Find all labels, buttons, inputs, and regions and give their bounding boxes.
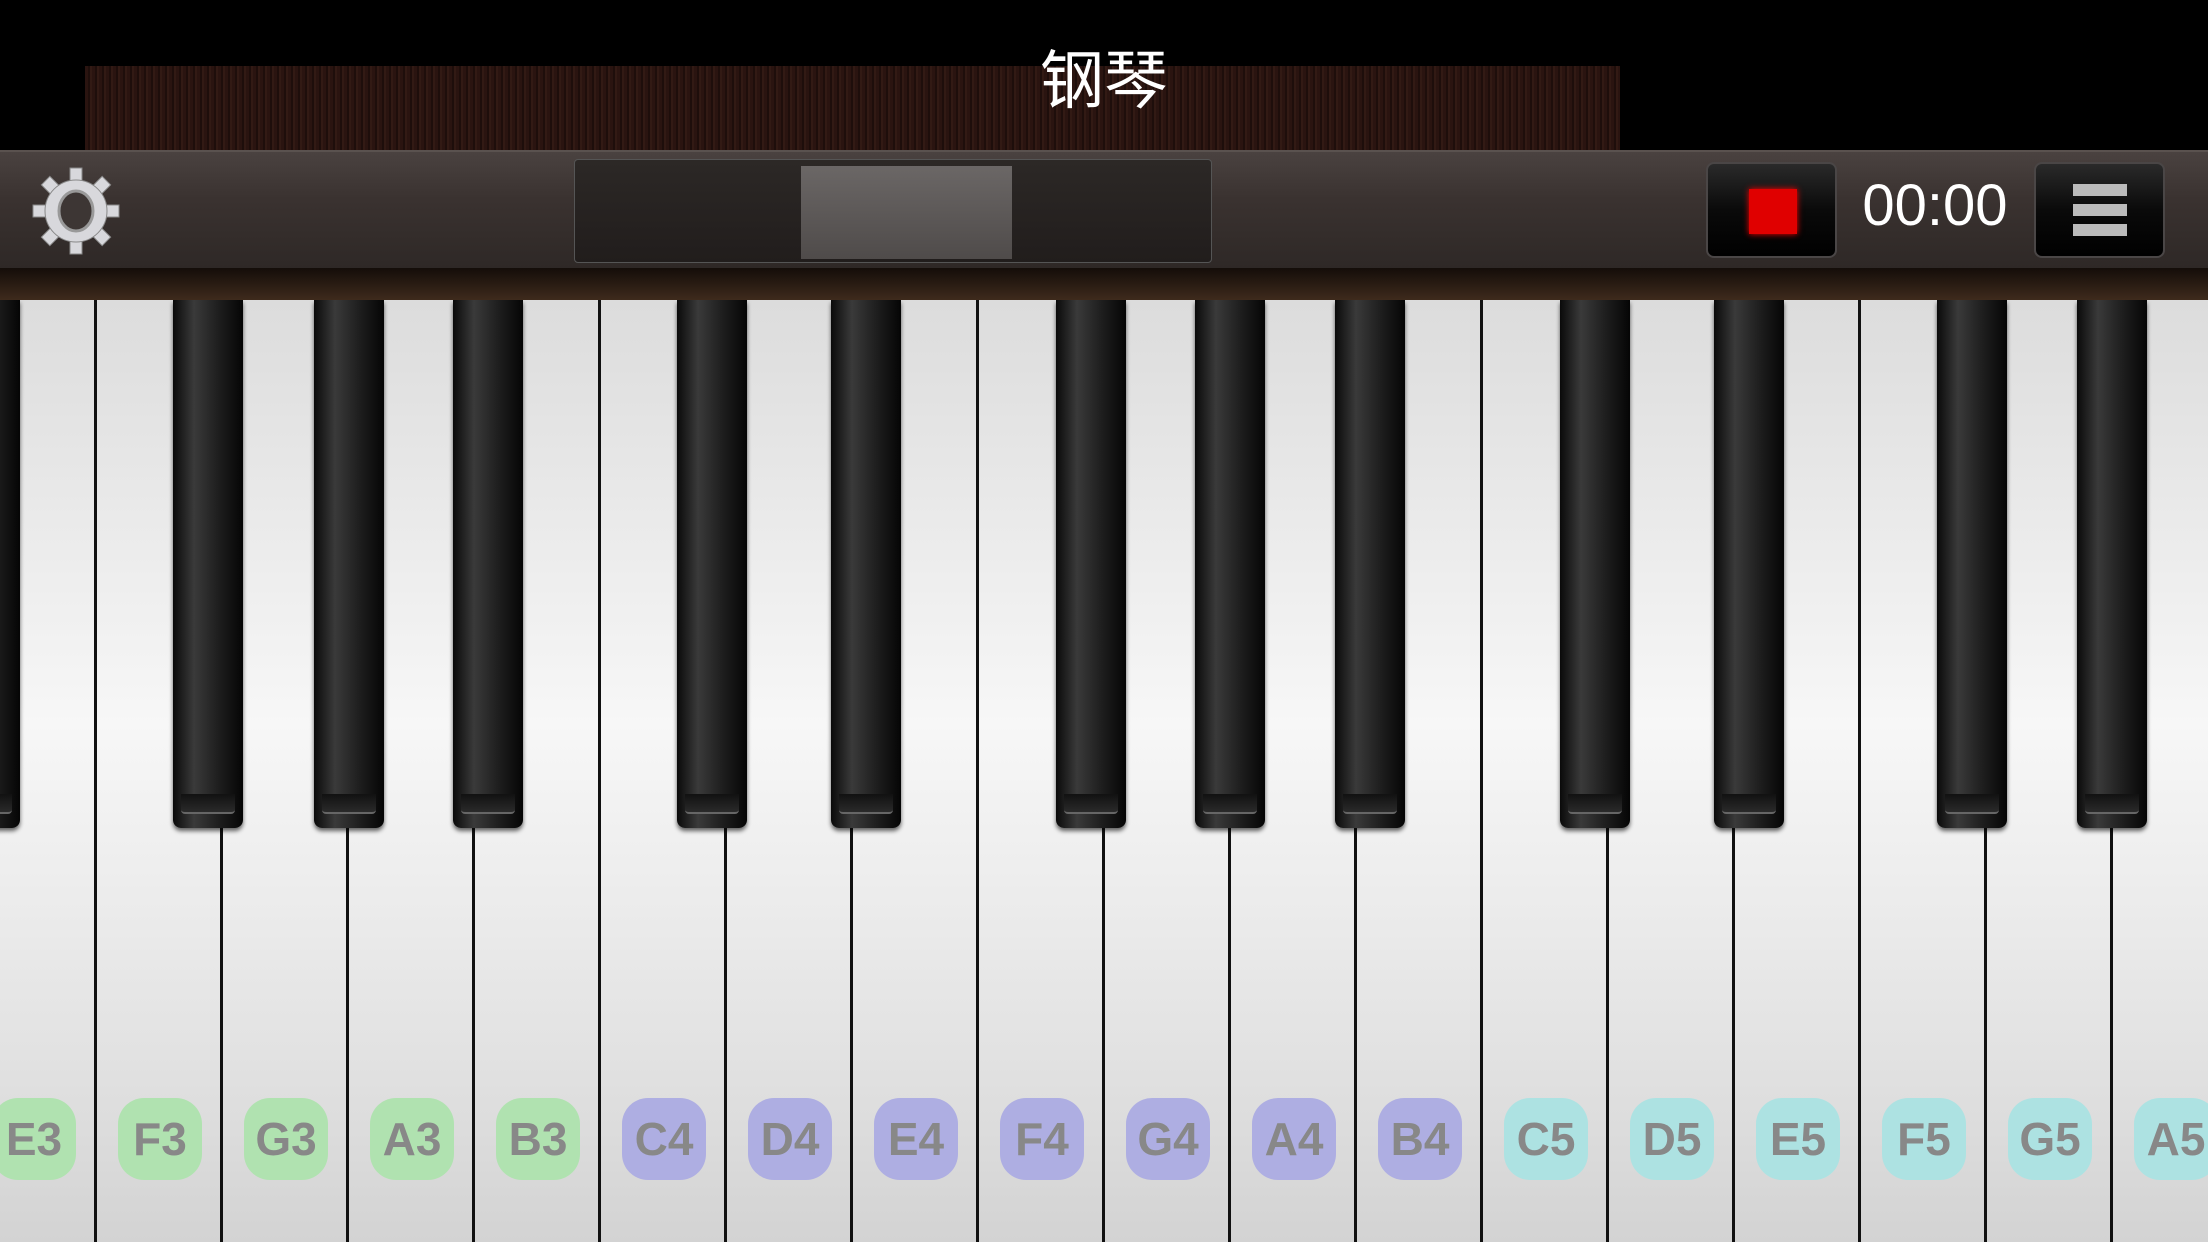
- black-key-G#4[interactable]: [1195, 300, 1265, 828]
- key-label: E4: [874, 1098, 958, 1180]
- key-label: E5: [1756, 1098, 1840, 1180]
- key-label: C5: [1504, 1098, 1588, 1180]
- black-key-G#3[interactable]: [314, 300, 384, 828]
- settings-button[interactable]: [31, 166, 121, 256]
- key-label: B3: [496, 1098, 580, 1180]
- black-key-F#5[interactable]: [1937, 300, 2007, 828]
- app-title: 钢琴: [1040, 45, 1168, 119]
- black-key-F#3[interactable]: [173, 300, 243, 828]
- black-key-F#4[interactable]: [1056, 300, 1126, 828]
- black-key-G#5[interactable]: [2077, 300, 2147, 828]
- black-key-D#5[interactable]: [1714, 300, 1784, 828]
- record-button[interactable]: [1706, 162, 1837, 258]
- black-key-D#3[interactable]: [0, 300, 20, 828]
- gear-icon: [32, 167, 120, 255]
- piano-keyboard: E3 F3 G3 A3 B3 C4 D4 E4 F4 G4 A4 B4 C5 D5 E5 F5 G5 A5: [0, 300, 2208, 1242]
- stop-square-icon: [1749, 189, 1797, 234]
- menu-button[interactable]: [2034, 162, 2165, 258]
- slider-thumb[interactable]: [801, 166, 1012, 259]
- black-key-D#4[interactable]: [831, 300, 901, 828]
- key-label: G3: [244, 1098, 328, 1180]
- black-key-A#3[interactable]: [453, 300, 523, 828]
- key-label: A5: [2134, 1098, 2208, 1180]
- key-label: F5: [1882, 1098, 1966, 1180]
- keyboard-range-slider[interactable]: [574, 159, 1212, 263]
- key-label: D5: [1630, 1098, 1714, 1180]
- black-key-C#4[interactable]: [677, 300, 747, 828]
- key-label: E3: [0, 1098, 76, 1180]
- key-label: C4: [622, 1098, 706, 1180]
- key-label: G4: [1126, 1098, 1210, 1180]
- key-label: F3: [118, 1098, 202, 1180]
- key-label: F4: [1000, 1098, 1084, 1180]
- key-label: G5: [2008, 1098, 2092, 1180]
- key-label: B4: [1378, 1098, 1462, 1180]
- key-rail: [0, 268, 2208, 300]
- key-label: D4: [748, 1098, 832, 1180]
- black-key-C#5[interactable]: [1560, 300, 1630, 828]
- key-label: A3: [370, 1098, 454, 1180]
- key-label: A4: [1252, 1098, 1336, 1180]
- recording-time: 00:00: [1862, 173, 2008, 238]
- black-key-A#4[interactable]: [1335, 300, 1405, 828]
